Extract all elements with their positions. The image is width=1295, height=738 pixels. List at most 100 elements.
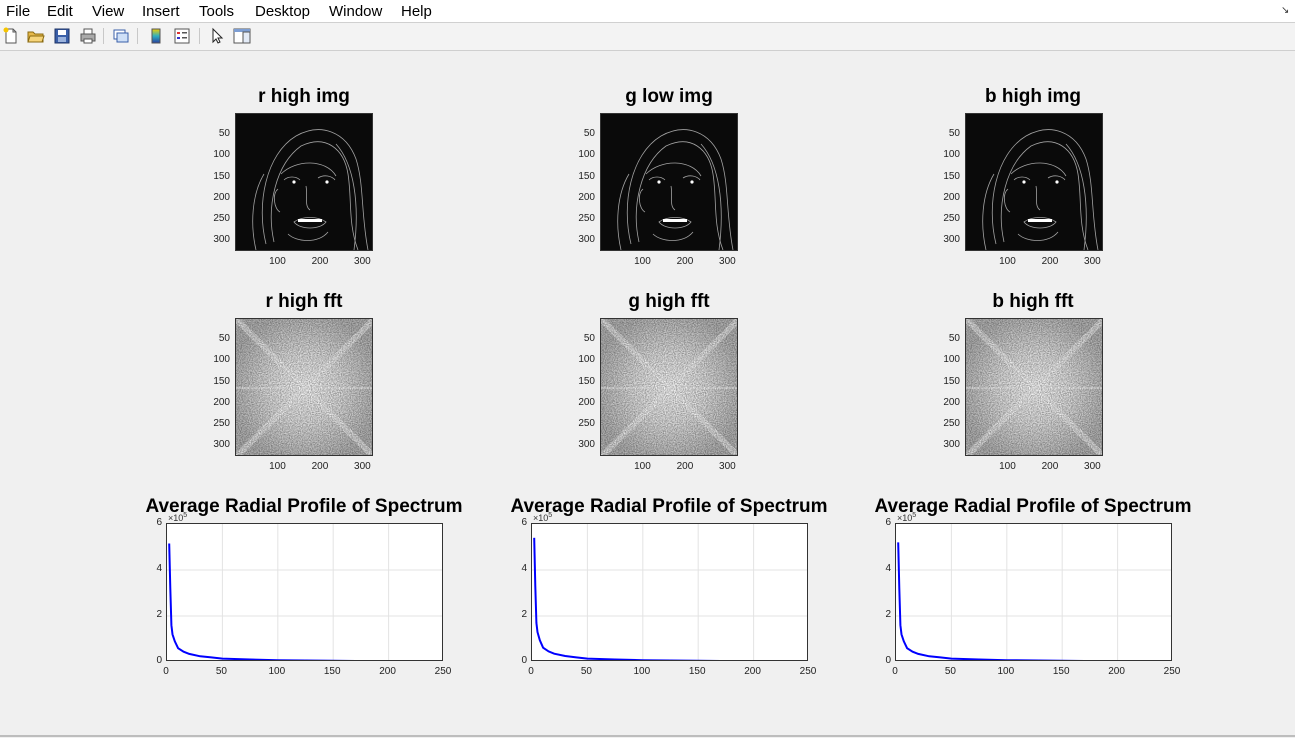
y-tick-label: 4 [156, 563, 162, 574]
toolbar-separator [199, 28, 200, 44]
face-edge-image[interactable] [965, 113, 1103, 251]
radial-profile-svg [532, 524, 807, 660]
y-tick-label: 150 [213, 170, 230, 182]
axes-title: Average Radial Profile of Spectrum [874, 496, 1192, 517]
y-exponent-power: 5 [912, 512, 917, 519]
y-tick-label: 50 [583, 333, 595, 345]
menu-help[interactable]: Help [401, 3, 432, 20]
y-exponent-base: ×10 [897, 513, 913, 523]
menu-view[interactable]: View [92, 3, 124, 20]
menu-file[interactable]: File [6, 3, 30, 20]
radial-profile-svg [896, 524, 1171, 660]
fft-spectrum-image[interactable] [600, 318, 738, 456]
y-tick-label: 300 [578, 234, 595, 246]
menu-window[interactable]: Window [329, 3, 382, 20]
axes-title: r high img [258, 86, 350, 107]
menu-insert[interactable]: Insert [142, 3, 180, 20]
y-tick-label: 200 [578, 191, 595, 203]
x-tick-label: 200 [1108, 666, 1125, 677]
x-tick-label: 200 [1041, 461, 1059, 472]
x-tick-label: 150 [1052, 666, 1070, 677]
window-bottom-edge [0, 735, 1295, 737]
radial-profile-plot[interactable] [166, 523, 443, 661]
x-tick-label: 200 [1041, 256, 1059, 267]
x-tick-label: 100 [999, 256, 1016, 267]
y-tick-label: 200 [213, 396, 230, 408]
menu-bar: File Edit View Insert Tools Desktop Wind… [0, 0, 1295, 23]
property-inspector-icon[interactable] [233, 27, 251, 45]
toolbar-separator [137, 28, 138, 44]
fft-spectrum-image[interactable] [965, 318, 1103, 456]
colorbar-icon[interactable] [147, 27, 165, 45]
radial-profile-plot[interactable] [531, 523, 808, 661]
axes-title: b high img [984, 86, 1082, 107]
x-tick-label: 50 [580, 666, 592, 677]
y-exponent-label: ×105 [533, 512, 552, 523]
menu-tools[interactable]: Tools [199, 3, 234, 20]
save-icon[interactable] [53, 27, 71, 45]
y-tick-label: 250 [578, 213, 595, 225]
face-edge-image[interactable] [235, 113, 373, 251]
open-file-icon[interactable] [27, 27, 45, 45]
x-tick-label: 50 [215, 666, 227, 677]
menu-dock-icon[interactable]: ↘ [1281, 5, 1291, 16]
x-tick-label: 100 [268, 666, 286, 677]
menu-edit[interactable]: Edit [47, 3, 73, 20]
fft-spectrum-image[interactable] [235, 318, 373, 456]
x-tick-label: 200 [311, 461, 329, 472]
y-tick-label: 2 [156, 609, 162, 620]
x-tick-label: 100 [269, 256, 286, 267]
y-tick-label: 50 [948, 128, 960, 140]
x-tick-label: 50 [944, 666, 956, 677]
menu-desktop[interactable]: Desktop [255, 3, 310, 20]
y-tick-label: 0 [156, 655, 162, 666]
profile-series-line [533, 537, 721, 660]
y-tick-label: 150 [578, 375, 595, 387]
x-tick-label: 100 [634, 461, 651, 472]
axes-title: Average Radial Profile of Spectrum [145, 496, 463, 517]
print-icon[interactable] [79, 27, 97, 45]
y-tick-label: 150 [943, 170, 960, 182]
pointer-icon[interactable] [208, 27, 226, 45]
y-exponent-power: 5 [548, 512, 553, 519]
fft-spectrum-render [601, 319, 737, 455]
radial-profile-svg [167, 524, 442, 660]
y-tick-label: 50 [218, 128, 230, 140]
profile-series-line [168, 543, 356, 660]
x-tick-label: 200 [379, 666, 396, 677]
y-tick-label: 100 [213, 149, 230, 161]
face-edge-image[interactable] [600, 113, 738, 251]
x-tick-label: 250 [1163, 666, 1181, 677]
y-tick-label: 6 [156, 517, 162, 528]
radial-profile-plot[interactable] [895, 523, 1172, 661]
fft-spectrum-render [966, 319, 1102, 455]
toolbar [0, 23, 1295, 51]
y-tick-label: 100 [578, 149, 595, 161]
axes-title: g low img [625, 86, 713, 107]
toolbar-separator [103, 28, 104, 44]
y-tick-label: 250 [943, 213, 960, 225]
y-tick-label: 6 [885, 517, 891, 528]
x-tick-label: 200 [676, 256, 694, 267]
y-tick-label: 50 [583, 128, 595, 140]
x-tick-label: 0 [528, 666, 534, 677]
x-tick-label: 250 [799, 666, 817, 677]
link-icon[interactable] [112, 27, 130, 45]
x-tick-label: 100 [997, 666, 1015, 677]
x-tick-label: 300 [354, 461, 371, 472]
x-tick-label: 300 [1084, 461, 1101, 472]
y-tick-label: 300 [943, 439, 960, 451]
x-tick-label: 150 [688, 666, 706, 677]
y-tick-label: 4 [885, 563, 891, 574]
y-tick-label: 4 [521, 563, 527, 574]
legend-icon[interactable] [173, 27, 191, 45]
axes-title: Average Radial Profile of Spectrum [510, 496, 828, 517]
profile-series-line [897, 542, 1085, 660]
y-tick-label: 200 [943, 191, 960, 203]
new-figure-icon[interactable] [2, 27, 20, 45]
y-tick-label: 200 [213, 191, 230, 203]
axes-title: r high fft [265, 291, 343, 312]
face-edge-render [966, 114, 1102, 250]
y-tick-label: 250 [578, 418, 595, 430]
x-tick-label: 200 [744, 666, 761, 677]
